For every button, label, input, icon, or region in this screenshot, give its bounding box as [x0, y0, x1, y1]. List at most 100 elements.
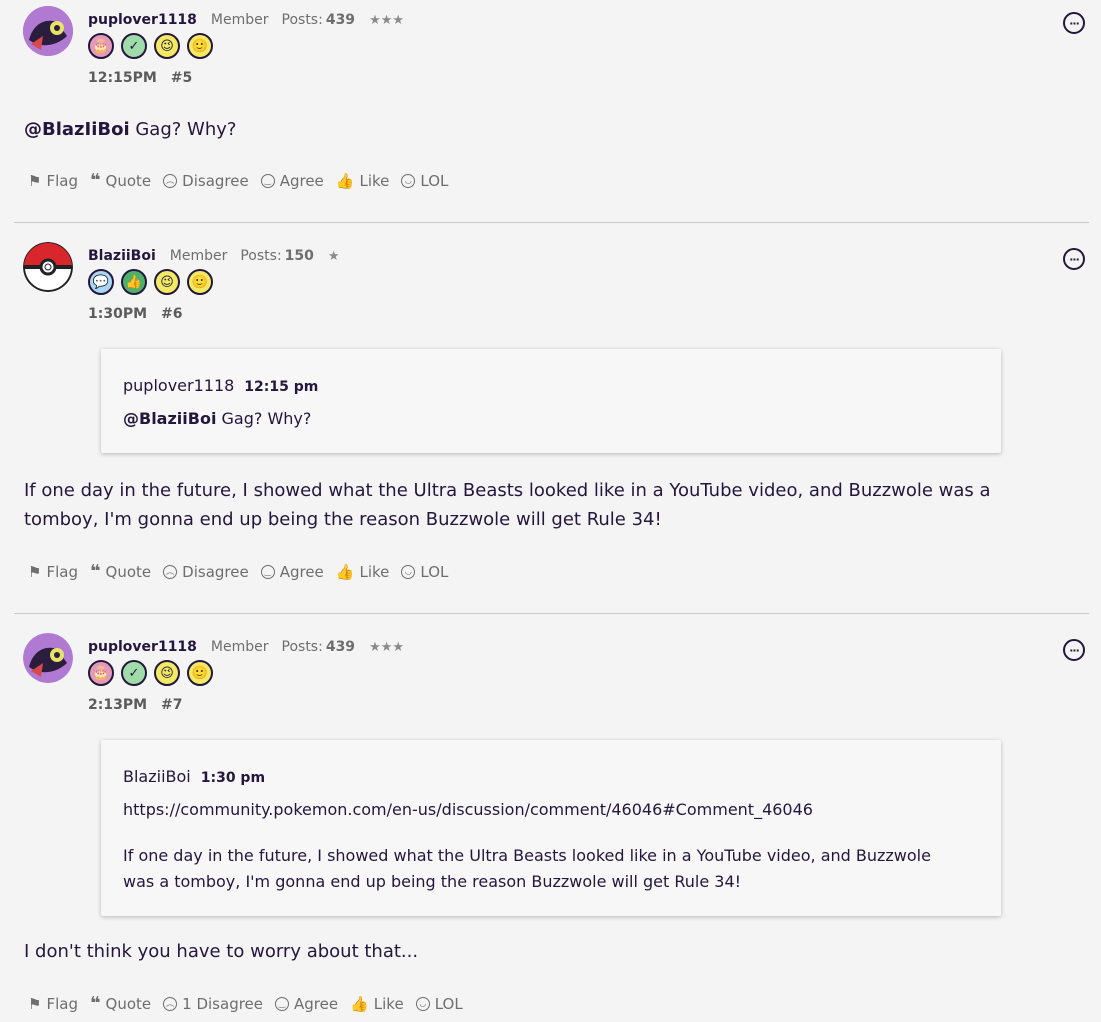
post-meta: puplover1118 Member Posts: 439 ★★★: [88, 639, 404, 655]
thumbs-up-icon: 👍: [335, 171, 355, 190]
flag-label: Flag: [46, 994, 78, 1013]
quote-label: Quote: [105, 562, 152, 581]
timestamp[interactable]: 2:13PM: [88, 697, 147, 713]
rank-stars: ★★★: [369, 640, 405, 655]
agree-button[interactable]: ‿ Agree: [260, 562, 324, 581]
quote-icon: ❝: [89, 561, 101, 582]
quote-header: puplover1118 12:15 pm: [123, 376, 318, 395]
post-number[interactable]: #5: [171, 70, 192, 86]
flag-button[interactable]: ⚑ Flag: [28, 995, 78, 1013]
post-count-label: Posts:: [240, 248, 282, 264]
like-button[interactable]: 👍 Like: [336, 563, 390, 581]
mention-link[interactable]: @BlazIiBoi: [24, 119, 130, 140]
lol-button[interactable]: ◡ LOL: [415, 995, 463, 1013]
quote-button[interactable]: ❝ Quote: [90, 170, 151, 191]
cake-badge-icon[interactable]: 🎂: [88, 33, 114, 59]
quote-block: puplover1118 12:15 pm @BlaziiBoi Gag? Wh…: [101, 349, 1001, 453]
flag-icon: ⚑: [28, 994, 42, 1013]
lol-label: LOL: [420, 171, 449, 190]
quote-button[interactable]: ❝ Quote: [90, 993, 151, 1014]
reaction-bar: ⚑ Flag ❝ Quote ︵ 1 Disagree ‿ Agree 👍 Like ◡ L…: [28, 993, 475, 1014]
reaction-bar: ⚑ Flag ❝ Quote ︵ Disagree ‿ Agree 👍 Like ◡ LOL: [28, 170, 460, 191]
like-button[interactable]: 👍 Like: [350, 995, 404, 1013]
rank-stars: ★★★: [369, 13, 405, 28]
timestamp[interactable]: 12:15PM: [88, 70, 157, 86]
quote-link[interactable]: https://community.pokemon.com/en-us/disc…: [123, 797, 953, 823]
options-icon[interactable]: ···: [1063, 248, 1085, 270]
laugh-icon: ◡: [401, 564, 416, 579]
quote-block: BlaziiBoi 1:30 pm https://community.poke…: [101, 740, 1001, 916]
lol-button[interactable]: ◡ LOL: [401, 172, 448, 190]
author-name[interactable]: puplover1118: [88, 639, 197, 655]
quote-time[interactable]: 12:15 pm: [244, 379, 318, 395]
post-count: Posts: 439: [282, 639, 356, 655]
lol-label: LOL: [420, 562, 449, 581]
post-7: puplover1118 Member Posts: 439 ★★★ 🎂 ✓ 😉 …: [0, 627, 1101, 1022]
options-icon[interactable]: ···: [1063, 12, 1085, 34]
wink-badge-icon[interactable]: 😉: [154, 660, 180, 686]
flag-button[interactable]: ⚑ Flag: [28, 563, 78, 581]
disagree-label: Disagree: [182, 171, 249, 190]
smile-badge-icon[interactable]: 🙂: [187, 269, 213, 295]
comment-badge-icon[interactable]: 💬: [88, 269, 114, 295]
mention-link[interactable]: @BlaziiBoi: [123, 409, 216, 428]
post-divider: [14, 222, 1089, 223]
thumbs-badge-icon[interactable]: 👍: [121, 269, 147, 295]
badges: 🎂 ✓ 😉 🙂: [88, 33, 213, 59]
quote-header: BlaziiBoi 1:30 pm: [123, 767, 265, 786]
options-icon[interactable]: ···: [1063, 639, 1085, 661]
flag-button[interactable]: ⚑ Flag: [28, 172, 78, 190]
reaction-bar: ⚑ Flag ❝ Quote ︵ Disagree ‿ Agree 👍 Like ◡ LOL: [28, 561, 460, 582]
frown-icon: ︵: [163, 996, 178, 1011]
like-button[interactable]: 👍 Like: [336, 172, 390, 190]
flag-icon: ⚑: [28, 562, 42, 581]
agree-label: Agree: [279, 171, 324, 190]
wink-badge-icon[interactable]: 😉: [154, 33, 180, 59]
cake-badge-icon[interactable]: 🎂: [88, 660, 114, 686]
check-badge-icon[interactable]: ✓: [121, 660, 147, 686]
disagree-label: 1 Disagree: [182, 994, 264, 1013]
smile-badge-icon[interactable]: 🙂: [187, 33, 213, 59]
quote-icon: ❝: [89, 993, 101, 1014]
avatar[interactable]: [23, 242, 73, 292]
avatar[interactable]: [23, 633, 73, 683]
disagree-button[interactable]: ︵ 1 Disagree: [163, 995, 263, 1013]
quote-text: @BlaziiBoi Gag? Why?: [123, 406, 953, 432]
quote-button[interactable]: ❝ Quote: [90, 561, 151, 582]
check-badge-icon[interactable]: ✓: [121, 33, 147, 59]
wink-badge-icon[interactable]: 😉: [154, 269, 180, 295]
author-name[interactable]: puplover1118: [88, 12, 197, 28]
like-label: Like: [373, 994, 404, 1013]
quote-text-body: Gag? Why?: [216, 409, 312, 428]
lol-button[interactable]: ◡ LOL: [401, 563, 448, 581]
avatar[interactable]: [23, 6, 73, 56]
post-text: Gag? Why?: [129, 119, 237, 140]
quote-time[interactable]: 1:30 pm: [201, 770, 265, 786]
timestamp[interactable]: 1:30PM: [88, 306, 147, 322]
author-name[interactable]: BlaziiBoi: [88, 248, 156, 264]
agree-button[interactable]: ‿ Agree: [260, 171, 324, 190]
agree-label: Agree: [279, 562, 324, 581]
disagree-button[interactable]: ︵ Disagree: [163, 172, 249, 190]
thumbs-up-icon: 👍: [350, 994, 369, 1013]
author-role: Member: [210, 639, 269, 655]
disagree-button[interactable]: ︵ Disagree: [163, 563, 249, 581]
flag-icon: ⚑: [28, 171, 42, 190]
frown-icon: ︵: [163, 564, 178, 579]
smile-icon: ‿: [275, 996, 290, 1011]
quote-author[interactable]: puplover1118: [123, 376, 234, 395]
post-count-label: Posts:: [281, 12, 323, 28]
agree-button[interactable]: ‿ Agree: [275, 995, 338, 1013]
quote-author[interactable]: BlaziiBoi: [123, 767, 191, 786]
post-divider: [14, 613, 1089, 614]
post-number[interactable]: #6: [161, 306, 182, 322]
post-time: 2:13PM #7: [88, 697, 183, 713]
post-number[interactable]: #7: [161, 697, 182, 713]
smile-badge-icon[interactable]: 🙂: [187, 660, 213, 686]
disagree-label: Disagree: [182, 562, 249, 581]
post-time: 12:15PM #5: [88, 70, 192, 86]
post-meta: BlaziiBoi Member Posts: 150 ★: [88, 248, 340, 264]
post-count-label: Posts:: [281, 639, 323, 655]
post-body: I don't think you have to worry about th…: [24, 941, 419, 962]
quote-label: Quote: [105, 994, 152, 1013]
